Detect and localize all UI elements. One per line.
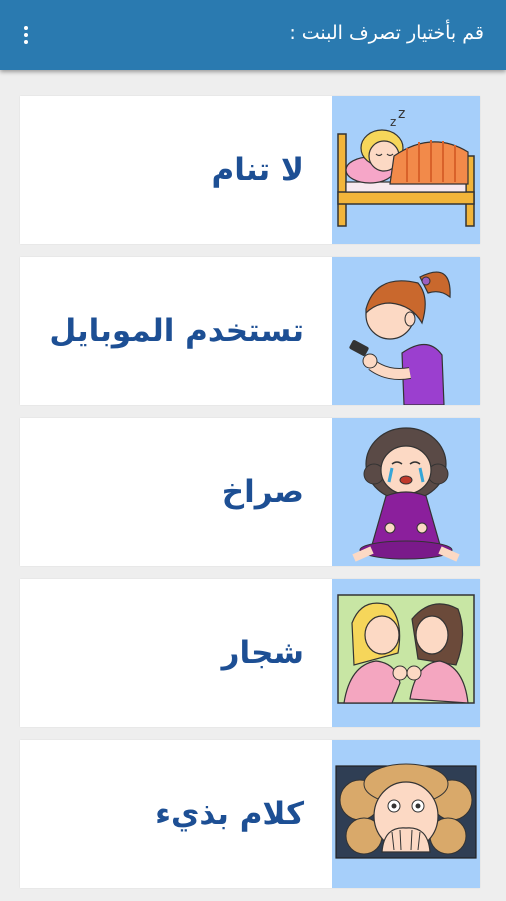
item-label: شجار: [221, 635, 304, 671]
more-vert-icon[interactable]: [14, 22, 38, 48]
girl-sleeping-in-bed-image: z z: [332, 96, 480, 244]
item-label: لا تنام: [211, 152, 304, 188]
girl-covering-mouth-image: [332, 740, 480, 888]
girl-using-mobile-phone-image: [332, 257, 480, 405]
girls-fighting-image: [332, 579, 480, 727]
page-title: قم بأختيار تصرف البنت :: [289, 22, 484, 44]
item-label: كلام بذيء: [155, 796, 304, 832]
list-item-mobile[interactable]: تستخدم الموبايل: [20, 257, 480, 405]
behavior-list: z z لا تنام تستخدم الموبايل صراخ شجار كل…: [20, 96, 480, 901]
svg-text:z: z: [390, 115, 396, 129]
list-item-fighting[interactable]: شجار: [20, 579, 480, 727]
item-label: صراخ: [221, 474, 304, 510]
list-item-bad-words[interactable]: كلام بذيء: [20, 740, 480, 888]
item-label: تستخدم الموبايل: [49, 313, 304, 349]
svg-text:z: z: [398, 106, 405, 122]
list-item-sleep[interactable]: z z لا تنام: [20, 96, 480, 244]
app-bar: قم بأختيار تصرف البنت :: [0, 0, 506, 70]
list-item-screaming[interactable]: صراخ: [20, 418, 480, 566]
girl-crying-image: [332, 418, 480, 566]
